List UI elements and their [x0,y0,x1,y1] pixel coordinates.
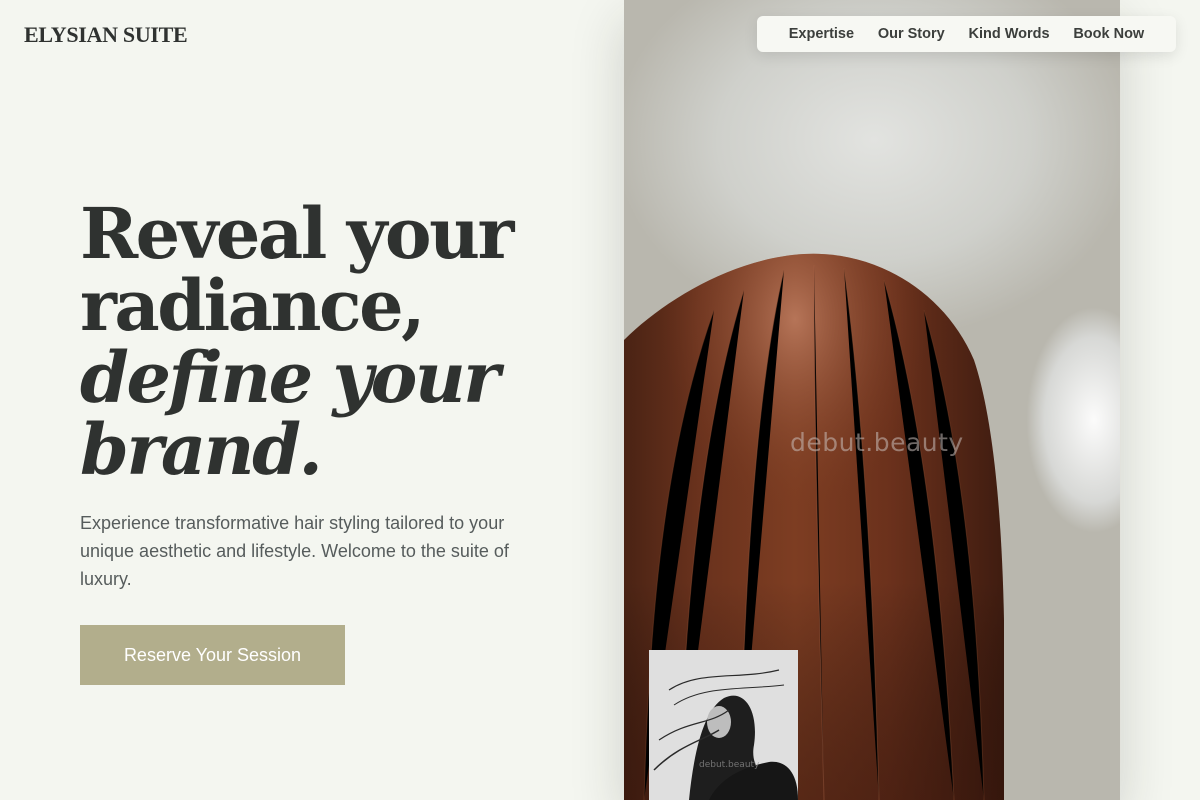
thumbnail-watermark: debut.beauty [699,760,760,770]
top-nav: Expertise Our Story Kind Words Book Now [757,16,1176,52]
headline-line-4: brand. [80,408,323,491]
hero-subtext: Experience transformative hair styling t… [80,513,509,589]
nav-link-book-now[interactable]: Book Now [1073,26,1144,42]
hero-headline: Reveal your radiance, define your brand. [80,198,600,486]
headline-line-2: radiance, [80,264,426,347]
headline-line-1: Reveal your [80,192,514,275]
nav-link-our-story[interactable]: Our Story [878,26,945,42]
image-watermark: debut.beauty [790,428,964,457]
nav-link-expertise[interactable]: Expertise [789,26,854,42]
thumbnail-photo[interactable]: debut.beauty [649,650,798,800]
thumbnail-illustration [649,650,798,800]
nav-link-kind-words[interactable]: Kind Words [968,26,1049,42]
page: ELYSIAN SUITE debut.beauty debut.beauty … [0,0,1200,800]
reserve-session-button[interactable]: Reserve Your Session [80,625,345,685]
brand-logo[interactable]: ELYSIAN SUITE [24,22,188,48]
headline-line-3: define your [80,336,500,419]
